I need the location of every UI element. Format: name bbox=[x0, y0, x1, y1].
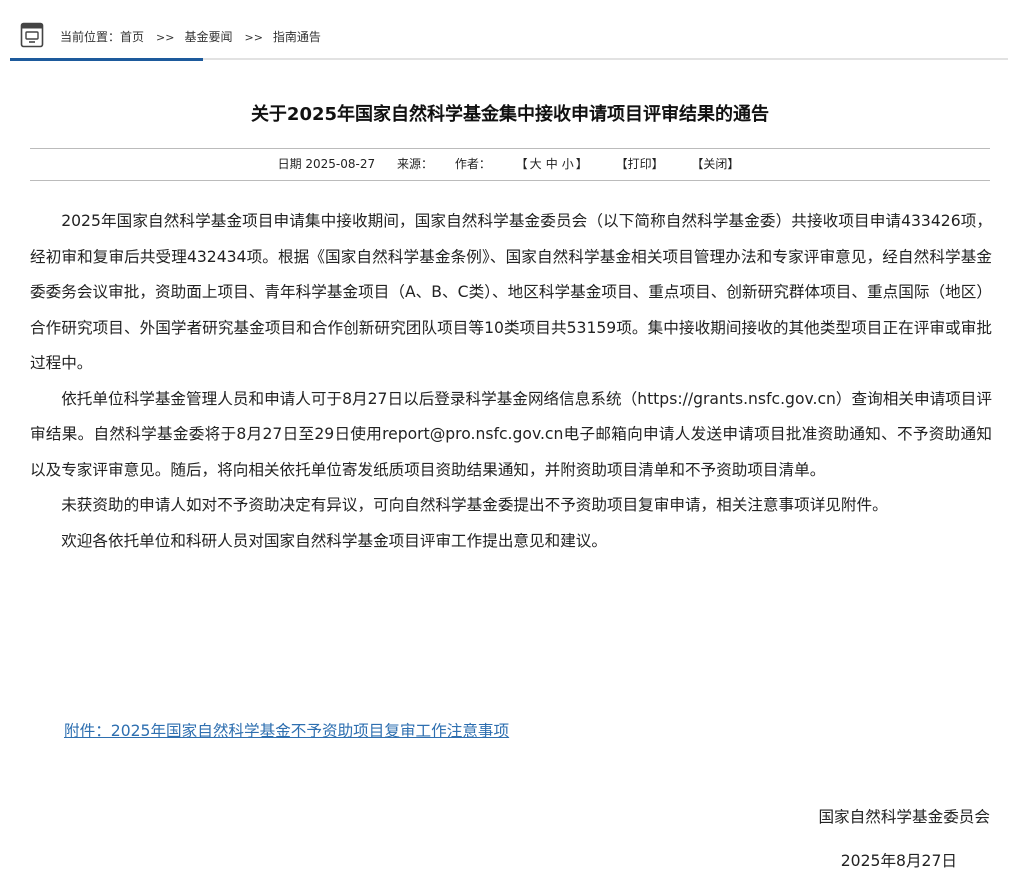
article-paragraph: 依托单位科学基金管理人员和申请人可于8月27日以后登录科学基金网络信息系统（ht… bbox=[30, 389, 992, 479]
signature-organization: 国家自然科学基金委员会 bbox=[818, 808, 990, 826]
close-button[interactable]: 【关闭】 bbox=[691, 149, 739, 180]
breadcrumb-notice-link[interactable]: 指南通告 bbox=[273, 30, 321, 44]
breadcrumb: 当前位置：首页 >> 基金要闻 >> 指南通告 bbox=[10, 18, 1008, 61]
font-size-bracket-close: 】 bbox=[575, 157, 588, 171]
article-meta-bar: 日期 2025-08-27 来源： 作者： 【大中小】 【打印】 【关闭】 bbox=[30, 148, 990, 181]
print-button[interactable]: 【打印】 bbox=[616, 149, 664, 180]
author-label: 作者： bbox=[454, 157, 491, 171]
article-body: 2025年国家自然科学基金项目申请集中接收期间，国家自然科学基金委员会（以下简称… bbox=[30, 204, 992, 559]
font-size-bracket-open: 【 bbox=[515, 157, 528, 171]
signature-date: 2025年8月27日 bbox=[840, 852, 957, 870]
breadcrumb-separator: >> bbox=[244, 31, 263, 44]
source-label: 来源： bbox=[396, 157, 433, 171]
article-paragraph: 未获资助的申请人如对不予资助决定有异议，可向自然科学基金委提出不予资助项目复审申… bbox=[61, 496, 888, 514]
document-icon bbox=[20, 22, 44, 48]
breadcrumb-separator: >> bbox=[156, 31, 175, 44]
attachment-link[interactable]: 附件：2025年国家自然科学基金不予资助项目复审工作注意事项 bbox=[64, 719, 509, 741]
font-size-control: 【大中小】 bbox=[516, 149, 588, 180]
breadcrumb-home-link[interactable]: 首页 bbox=[120, 30, 144, 44]
publish-date: 日期 2025-08-27 bbox=[277, 157, 376, 171]
article-paragraph: 2025年国家自然科学基金项目申请集中接收期间，国家自然科学基金委员会（以下简称… bbox=[30, 212, 992, 372]
font-size-medium-button[interactable]: 中 bbox=[546, 157, 558, 171]
breadcrumb-text: 当前位置：首页 >> 基金要闻 >> 指南通告 bbox=[60, 28, 321, 45]
breadcrumb-news-link[interactable]: 基金要闻 bbox=[184, 30, 232, 44]
article-paragraph: 欢迎各依托单位和科研人员对国家自然科学基金项目评审工作提出意见和建议。 bbox=[61, 531, 607, 550]
font-size-large-button[interactable]: 大 bbox=[530, 157, 542, 171]
breadcrumb-prefix: 当前位置： bbox=[60, 30, 121, 44]
breadcrumb-accent-bar bbox=[10, 57, 203, 61]
breadcrumb-divider bbox=[10, 57, 1008, 61]
article-title: 关于2025年国家自然科学基金集中接收申请项目评审结果的通告 bbox=[250, 104, 770, 125]
font-size-small-button[interactable]: 小 bbox=[562, 157, 574, 171]
